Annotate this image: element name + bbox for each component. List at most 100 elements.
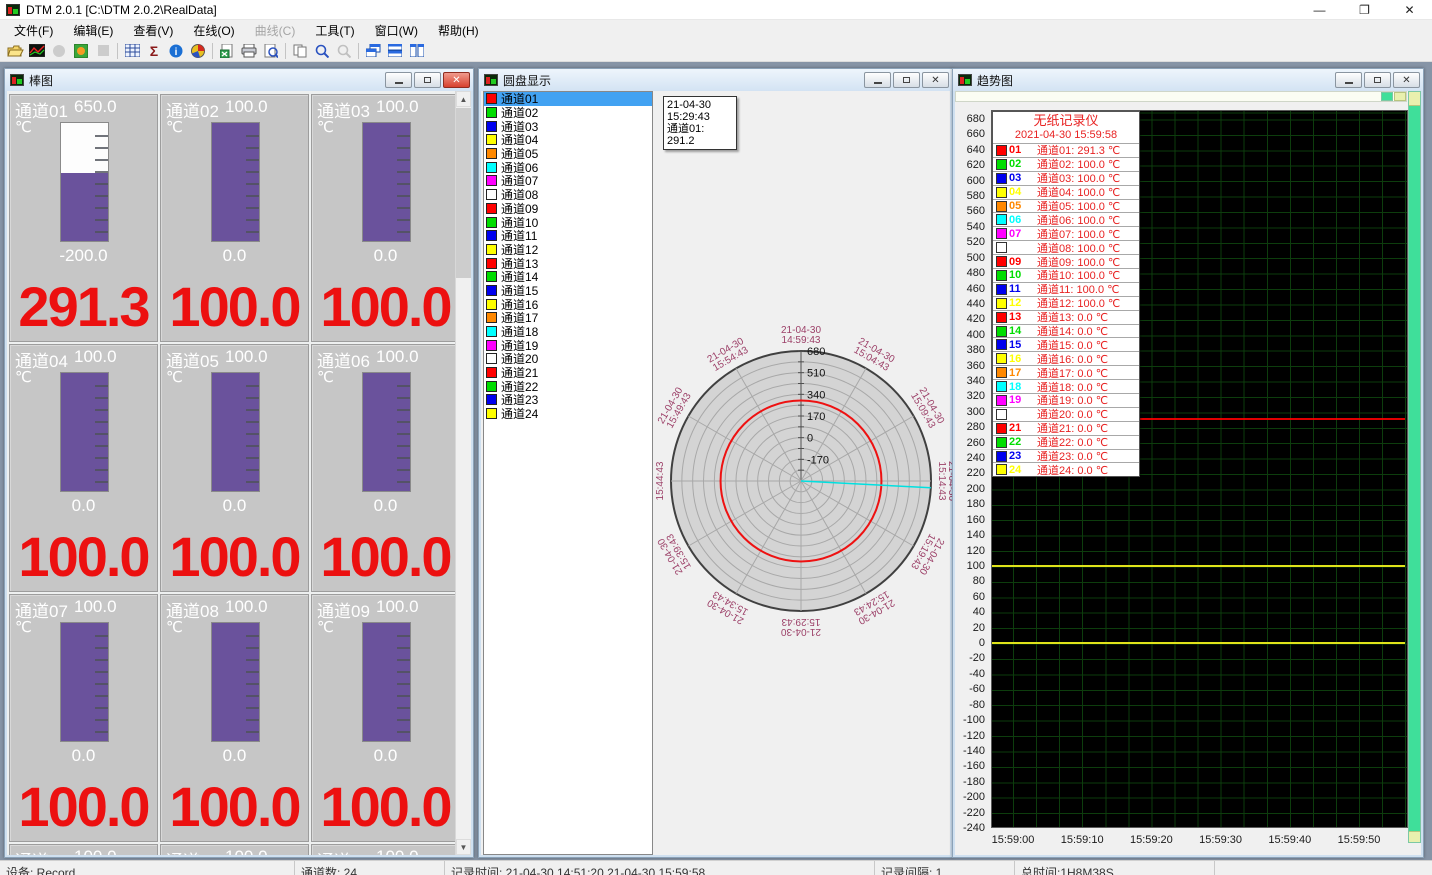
toolbar: Σi (0, 40, 1432, 62)
menu-item-O[interactable]: 在线(O) (183, 20, 244, 41)
trend-close-button[interactable]: ✕ (1393, 72, 1420, 88)
data-tooltip: 21-04-30 15:29:43 通道01: 291.2 (663, 96, 737, 150)
bar-close-button[interactable]: ✕ (443, 72, 470, 88)
vscroll-thumb[interactable] (1409, 92, 1420, 106)
printer-icon[interactable] (238, 41, 260, 61)
trend-series-line-ch24 (992, 642, 1405, 644)
trend-window-title: 趋势图 (977, 72, 1013, 89)
bar-min-value: 0.0 (10, 746, 157, 766)
bar-minimize-button[interactable] (385, 72, 412, 88)
bar-window-scrollbar[interactable]: ▲ ▼ (455, 91, 471, 855)
sigma-icon[interactable]: Σ (143, 41, 165, 61)
disc-minimize-button[interactable] (864, 72, 891, 88)
copy-icon[interactable] (289, 41, 311, 61)
menu-item-H[interactable]: 帮助(H) (428, 20, 489, 41)
scroll-down-icon[interactable]: ▼ (456, 839, 471, 855)
bar-window-titlebar[interactable]: 棒图 ✕ (5, 69, 473, 91)
menu-item-E[interactable]: 编辑(E) (63, 20, 123, 41)
pie-icon[interactable] (187, 41, 209, 61)
channel-color-swatch (486, 162, 497, 173)
scrollbar-thumb[interactable] (456, 108, 471, 278)
polar-chart-area: 21-04-30 15:29:43 通道01: 291.2 6805103401… (655, 91, 950, 855)
bar-max-value: 650.0 (74, 97, 149, 117)
toolbar-separator (285, 43, 286, 59)
y-axis-tick-label: -240 (957, 822, 985, 834)
bar-min-value: 0.0 (161, 496, 308, 516)
legend-row: 21通道21: 0.0 ℃ (993, 421, 1139, 435)
trend-h-scrollbar[interactable] (955, 91, 1407, 102)
tile-h-icon[interactable] (384, 41, 406, 61)
menu-item-F[interactable]: 文件(F) (4, 20, 63, 41)
legend-channel-id: 06 (1009, 214, 1031, 226)
bar-max-value: 100.0 (225, 597, 300, 617)
maximize-button[interactable]: ❐ (1342, 0, 1387, 20)
preview-icon[interactable] (260, 41, 282, 61)
bar-gauge-ticks (246, 625, 259, 739)
legend-color-swatch (996, 395, 1007, 406)
disc-restore-button[interactable] (893, 72, 920, 88)
bar-min-value: 0.0 (312, 496, 459, 516)
trend-restore-button[interactable] (1364, 72, 1391, 88)
y-axis-tick-label: 320 (957, 390, 985, 402)
bar-min-value: 0.0 (161, 746, 308, 766)
channel-color-swatch (486, 271, 497, 282)
bar-restore-button[interactable] (414, 72, 441, 88)
y-axis-tick-label: -100 (957, 714, 985, 726)
disc-close-button[interactable]: ✕ (922, 72, 949, 88)
app-title-bar: DTM 2.0.1 [C:\DTM 2.0.2\RealData] — ❐ ✕ (0, 0, 1432, 20)
x-axis-tick-label: 15:59:10 (1052, 834, 1112, 846)
minimize-button[interactable]: — (1297, 0, 1342, 20)
legend-channel-id: 18 (1009, 381, 1031, 393)
menu-item-V[interactable]: 查看(V) (123, 20, 183, 41)
disc-window-titlebar[interactable]: 圆盘显示 ✕ (479, 69, 952, 91)
menu-bar: 文件(F)编辑(E)查看(V)在线(O)曲线(C)工具(T)窗口(W)帮助(H) (0, 20, 1432, 40)
legend-color-swatch (996, 214, 1007, 225)
scroll-up-icon[interactable]: ▲ (456, 91, 471, 107)
bar-chart-window: 棒图 ✕ 通道01650.0℃-200.0291.3通道02100.0℃0.01… (4, 68, 474, 858)
menu-item-T[interactable]: 工具(T) (305, 20, 364, 41)
legend-channel-id: 16 (1009, 353, 1031, 365)
tile-v-icon[interactable] (406, 41, 428, 61)
export-icon[interactable] (216, 41, 238, 61)
bar-gauge-cell: 通道04100.0℃0.0100.0 (9, 344, 158, 592)
channel-color-swatch (486, 230, 497, 241)
bar-current-value: 100.0 (161, 274, 308, 339)
record-icon[interactable] (70, 41, 92, 61)
menu-item-W[interactable]: 窗口(W) (365, 20, 428, 41)
legend-color-swatch (996, 381, 1007, 392)
hscroll-button2-icon[interactable] (1394, 92, 1406, 101)
legend-row: 03通道03: 100.0 ℃ (993, 171, 1139, 185)
y-axis-tick-label: 640 (957, 144, 985, 156)
legend-color-swatch (996, 312, 1007, 323)
close-button[interactable]: ✕ (1387, 0, 1432, 20)
legend-color-swatch (996, 145, 1007, 156)
disc-window-title: 圆盘显示 (503, 72, 551, 89)
x-axis-tick-label: 15:59:00 (983, 834, 1043, 846)
folder-open-icon[interactable] (4, 41, 26, 61)
cascade-icon[interactable] (362, 41, 384, 61)
trend-window-titlebar[interactable]: 趋势图 ✕ (953, 69, 1423, 91)
bar-gauge (362, 622, 411, 742)
bar-window-icon (10, 74, 24, 86)
trend-chart-window: 趋势图 ✕ 6806606406206005805605405205004804… (952, 68, 1424, 858)
bar-gauge (60, 122, 109, 242)
polar-time-label: 21-04-3015:14:43 (936, 461, 952, 501)
channel-list-item[interactable]: 通道24 (484, 407, 652, 421)
hscroll-button-icon[interactable] (1381, 92, 1393, 101)
bar-gauge-cell: 通道07100.0℃0.0100.0 (9, 594, 158, 842)
trend-v-scrollbar[interactable] (1408, 91, 1421, 843)
vscroll-bottom-button-icon[interactable] (1409, 831, 1420, 842)
y-axis-tick-label: 440 (957, 298, 985, 310)
y-axis-tick-label: 560 (957, 205, 985, 217)
chart-icon[interactable] (26, 41, 48, 61)
legend-channel-id: 14 (1009, 325, 1031, 337)
legend-row: 14通道14: 0.0 ℃ (993, 324, 1139, 338)
y-axis-tick-label: 120 (957, 545, 985, 557)
table-icon[interactable] (121, 41, 143, 61)
y-axis-tick-label: -80 (957, 699, 985, 711)
legend-channel-id: 11 (1009, 283, 1031, 295)
legend-datetime: 2021-04-30 15:59:58 (993, 129, 1139, 143)
trend-minimize-button[interactable] (1335, 72, 1362, 88)
magnifier-icon[interactable] (311, 41, 333, 61)
info-icon[interactable]: i (165, 41, 187, 61)
